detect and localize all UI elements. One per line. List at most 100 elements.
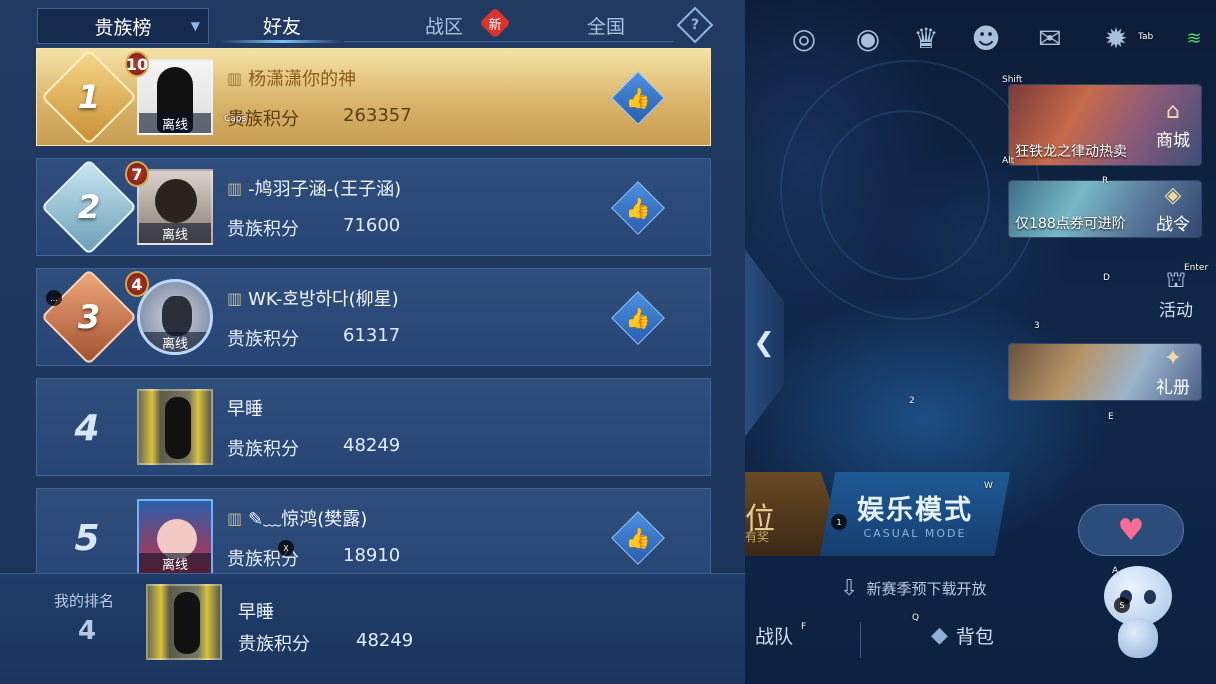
friends-icon[interactable]: ☻ bbox=[966, 18, 1006, 58]
promo-side: ◈ 战令 bbox=[1151, 181, 1195, 237]
new-badge: 新 bbox=[479, 7, 511, 39]
leaderboard-header: 贵族榜 ▼ 好友 战区 新 全国 ? bbox=[0, 0, 745, 46]
player-name-line: ▥ 杨潇潇你的神 bbox=[227, 65, 356, 91]
player-name: -鸠羽子涵-(王子涵) bbox=[248, 179, 402, 200]
score-value: 48249 bbox=[343, 435, 401, 456]
player-name: ✎﹏惊鸿(樊露) bbox=[248, 509, 368, 530]
ranked-mode-sub: 有奖 bbox=[745, 530, 770, 544]
thumbs-up-icon: 👍 bbox=[625, 306, 651, 330]
background-swirl bbox=[820, 110, 990, 280]
noble-level-badge: 4 bbox=[117, 267, 157, 301]
player-name: WK-호방하다(柳星) bbox=[248, 289, 399, 310]
key-dot: 1 bbox=[831, 514, 847, 530]
promo-side: ⌂ 商城 bbox=[1151, 85, 1195, 165]
avatar[interactable]: 离线 bbox=[137, 499, 213, 573]
key-hint: Tab bbox=[1138, 32, 1154, 42]
noble-book-icon: ▥ bbox=[227, 178, 243, 198]
my-rank-bar: 我的排名 4 早睡 贵族积分 48249 bbox=[0, 573, 745, 684]
like-button[interactable]: 👍 bbox=[611, 291, 665, 345]
promo-battlepass[interactable]: 仅188点券可进阶 ◈ 战令 bbox=[1008, 180, 1202, 238]
activity-button[interactable]: ⛫ 活动 bbox=[1150, 268, 1202, 321]
promo-gift-book[interactable]: ✦ 礼册 bbox=[1008, 343, 1202, 401]
key-hint: 2 bbox=[909, 396, 915, 406]
casual-mode-button[interactable]: 娱乐模式 CASUAL MODE bbox=[820, 472, 1010, 556]
noble-book-icon: ▥ bbox=[227, 68, 243, 88]
player-name: 杨潇潇你的神 bbox=[248, 69, 357, 90]
thumbs-up-icon: 👍 bbox=[625, 86, 651, 110]
eye-play-icon[interactable]: ◉ bbox=[848, 18, 888, 58]
rank-number: 2 bbox=[77, 188, 101, 226]
my-avatar[interactable] bbox=[146, 584, 222, 660]
gear-icon[interactable]: ✹ bbox=[1096, 18, 1136, 58]
noble-level-badge: 10 bbox=[117, 48, 157, 81]
promo-side-label: 商城 bbox=[1156, 131, 1190, 151]
help-button[interactable]: ? bbox=[676, 6, 714, 44]
tab-label: 全国 bbox=[586, 15, 625, 38]
promo-caption: 仅188点券可进阶 bbox=[1015, 216, 1126, 232]
heart-bubble[interactable]: ♥ bbox=[1078, 504, 1184, 556]
score-label: 贵族积分 bbox=[227, 219, 299, 240]
ranking-row[interactable]: 2 离线 7 ▥ -鸠羽子涵-(王子涵) 贵族积分 71600 👍 bbox=[36, 158, 711, 256]
bottom-links: 战队 ◆ 背包 bbox=[745, 616, 1105, 660]
my-rank-label: 我的排名 bbox=[54, 592, 115, 610]
trophy-icon[interactable]: ♛ bbox=[906, 18, 946, 58]
team-button[interactable]: 战队 bbox=[755, 622, 793, 649]
rank-number: 5 bbox=[74, 517, 100, 559]
ranked-mode-button[interactable]: 位 有奖 bbox=[745, 472, 835, 556]
promo-side-label: 礼册 bbox=[1156, 378, 1190, 398]
tab-national[interactable]: 全国 bbox=[566, 8, 646, 42]
promo-shop[interactable]: 狂铁龙之律动热卖 ⌂ 商城 bbox=[1008, 84, 1202, 166]
active-tab-indicator bbox=[220, 40, 344, 43]
rank-number: 1 bbox=[77, 78, 101, 116]
ranking-row[interactable]: 1 离线 10 ▥ 杨潇潇你的神 贵族积分 263357 👍 bbox=[36, 48, 711, 146]
my-score-value: 48249 bbox=[356, 630, 414, 651]
offline-label: 离线 bbox=[139, 553, 211, 573]
board-type-dropdown[interactable]: 贵族榜 ▼ bbox=[37, 8, 209, 44]
noble-level-badge: 7 bbox=[117, 157, 157, 191]
my-score-label: 贵族积分 bbox=[238, 634, 310, 655]
player-name-line: ▥ WK-호방하다(柳星) bbox=[227, 285, 399, 311]
leaderboard-panel: 贵族榜 ▼ 好友 战区 新 全国 ? 1 离线 10 ▥ 杨潇潇你的神 贵族积分… bbox=[0, 0, 745, 684]
team-label: 战队 bbox=[755, 626, 794, 648]
promo-caption: 狂铁龙之律动热卖 bbox=[1015, 144, 1127, 160]
ranking-row[interactable]: 4 早睡 贵族积分 48249 bbox=[36, 378, 711, 476]
target-icon[interactable]: ◎ bbox=[784, 18, 824, 58]
tab-label: 战区 bbox=[424, 15, 463, 38]
score-value: 263357 bbox=[343, 105, 412, 126]
casual-mode-title: 娱乐模式 bbox=[857, 495, 973, 526]
noble-book-icon: ▥ bbox=[227, 508, 243, 528]
key-hint: Q bbox=[912, 613, 920, 623]
like-button[interactable]: 👍 bbox=[611, 181, 665, 235]
tab-label: 好友 bbox=[262, 15, 301, 38]
score-label: 贵族积分 bbox=[227, 439, 299, 460]
board-type-label: 贵族榜 bbox=[94, 16, 152, 39]
tab-friends[interactable]: 好友 bbox=[220, 8, 344, 42]
thumbs-up-icon: 👍 bbox=[625, 526, 651, 550]
player-name: 早睡 bbox=[227, 399, 263, 420]
chevron-down-icon: ▼ bbox=[190, 19, 200, 33]
promo-side: ✦ 礼册 bbox=[1151, 344, 1195, 400]
avatar[interactable] bbox=[137, 389, 213, 465]
tab-region[interactable]: 战区 bbox=[404, 8, 484, 42]
key-hint: Enter bbox=[1184, 263, 1209, 273]
mascot[interactable] bbox=[1098, 566, 1178, 662]
mail-icon[interactable]: ✉ bbox=[1030, 18, 1070, 58]
offline-label: 离线 bbox=[139, 113, 211, 133]
bag-label: 背包 bbox=[955, 626, 994, 648]
promo-side-label: 战令 bbox=[1156, 215, 1190, 235]
noble-book-icon: ▥ bbox=[227, 288, 243, 308]
predownload-text: 新赛季预下载开放 bbox=[866, 580, 987, 598]
bag-icon: ◆ bbox=[931, 623, 948, 648]
ranking-row[interactable]: 3 离线 4 ▥ WK-호방하다(柳星) 贵族积分 61317 👍 bbox=[36, 268, 711, 366]
like-button[interactable]: 👍 bbox=[611, 71, 665, 125]
shop-icon: ⌂ bbox=[1166, 99, 1180, 124]
rank-number: 4 bbox=[74, 407, 100, 449]
player-name-line: 早睡 bbox=[227, 395, 263, 421]
key-hint: Caps bbox=[224, 114, 247, 124]
predownload-link[interactable]: ⇩ 新赛季预下载开放 bbox=[840, 576, 986, 601]
like-button[interactable]: 👍 bbox=[611, 511, 665, 565]
key-dot: X bbox=[278, 540, 294, 556]
bag-button[interactable]: ◆ 背包 bbox=[931, 622, 994, 649]
casual-mode-sub: CASUAL MODE bbox=[863, 527, 967, 540]
ranking-row[interactable]: 5 离线 ▥ ✎﹏惊鸿(樊露) 贵族积分 18910 👍 bbox=[36, 488, 711, 573]
